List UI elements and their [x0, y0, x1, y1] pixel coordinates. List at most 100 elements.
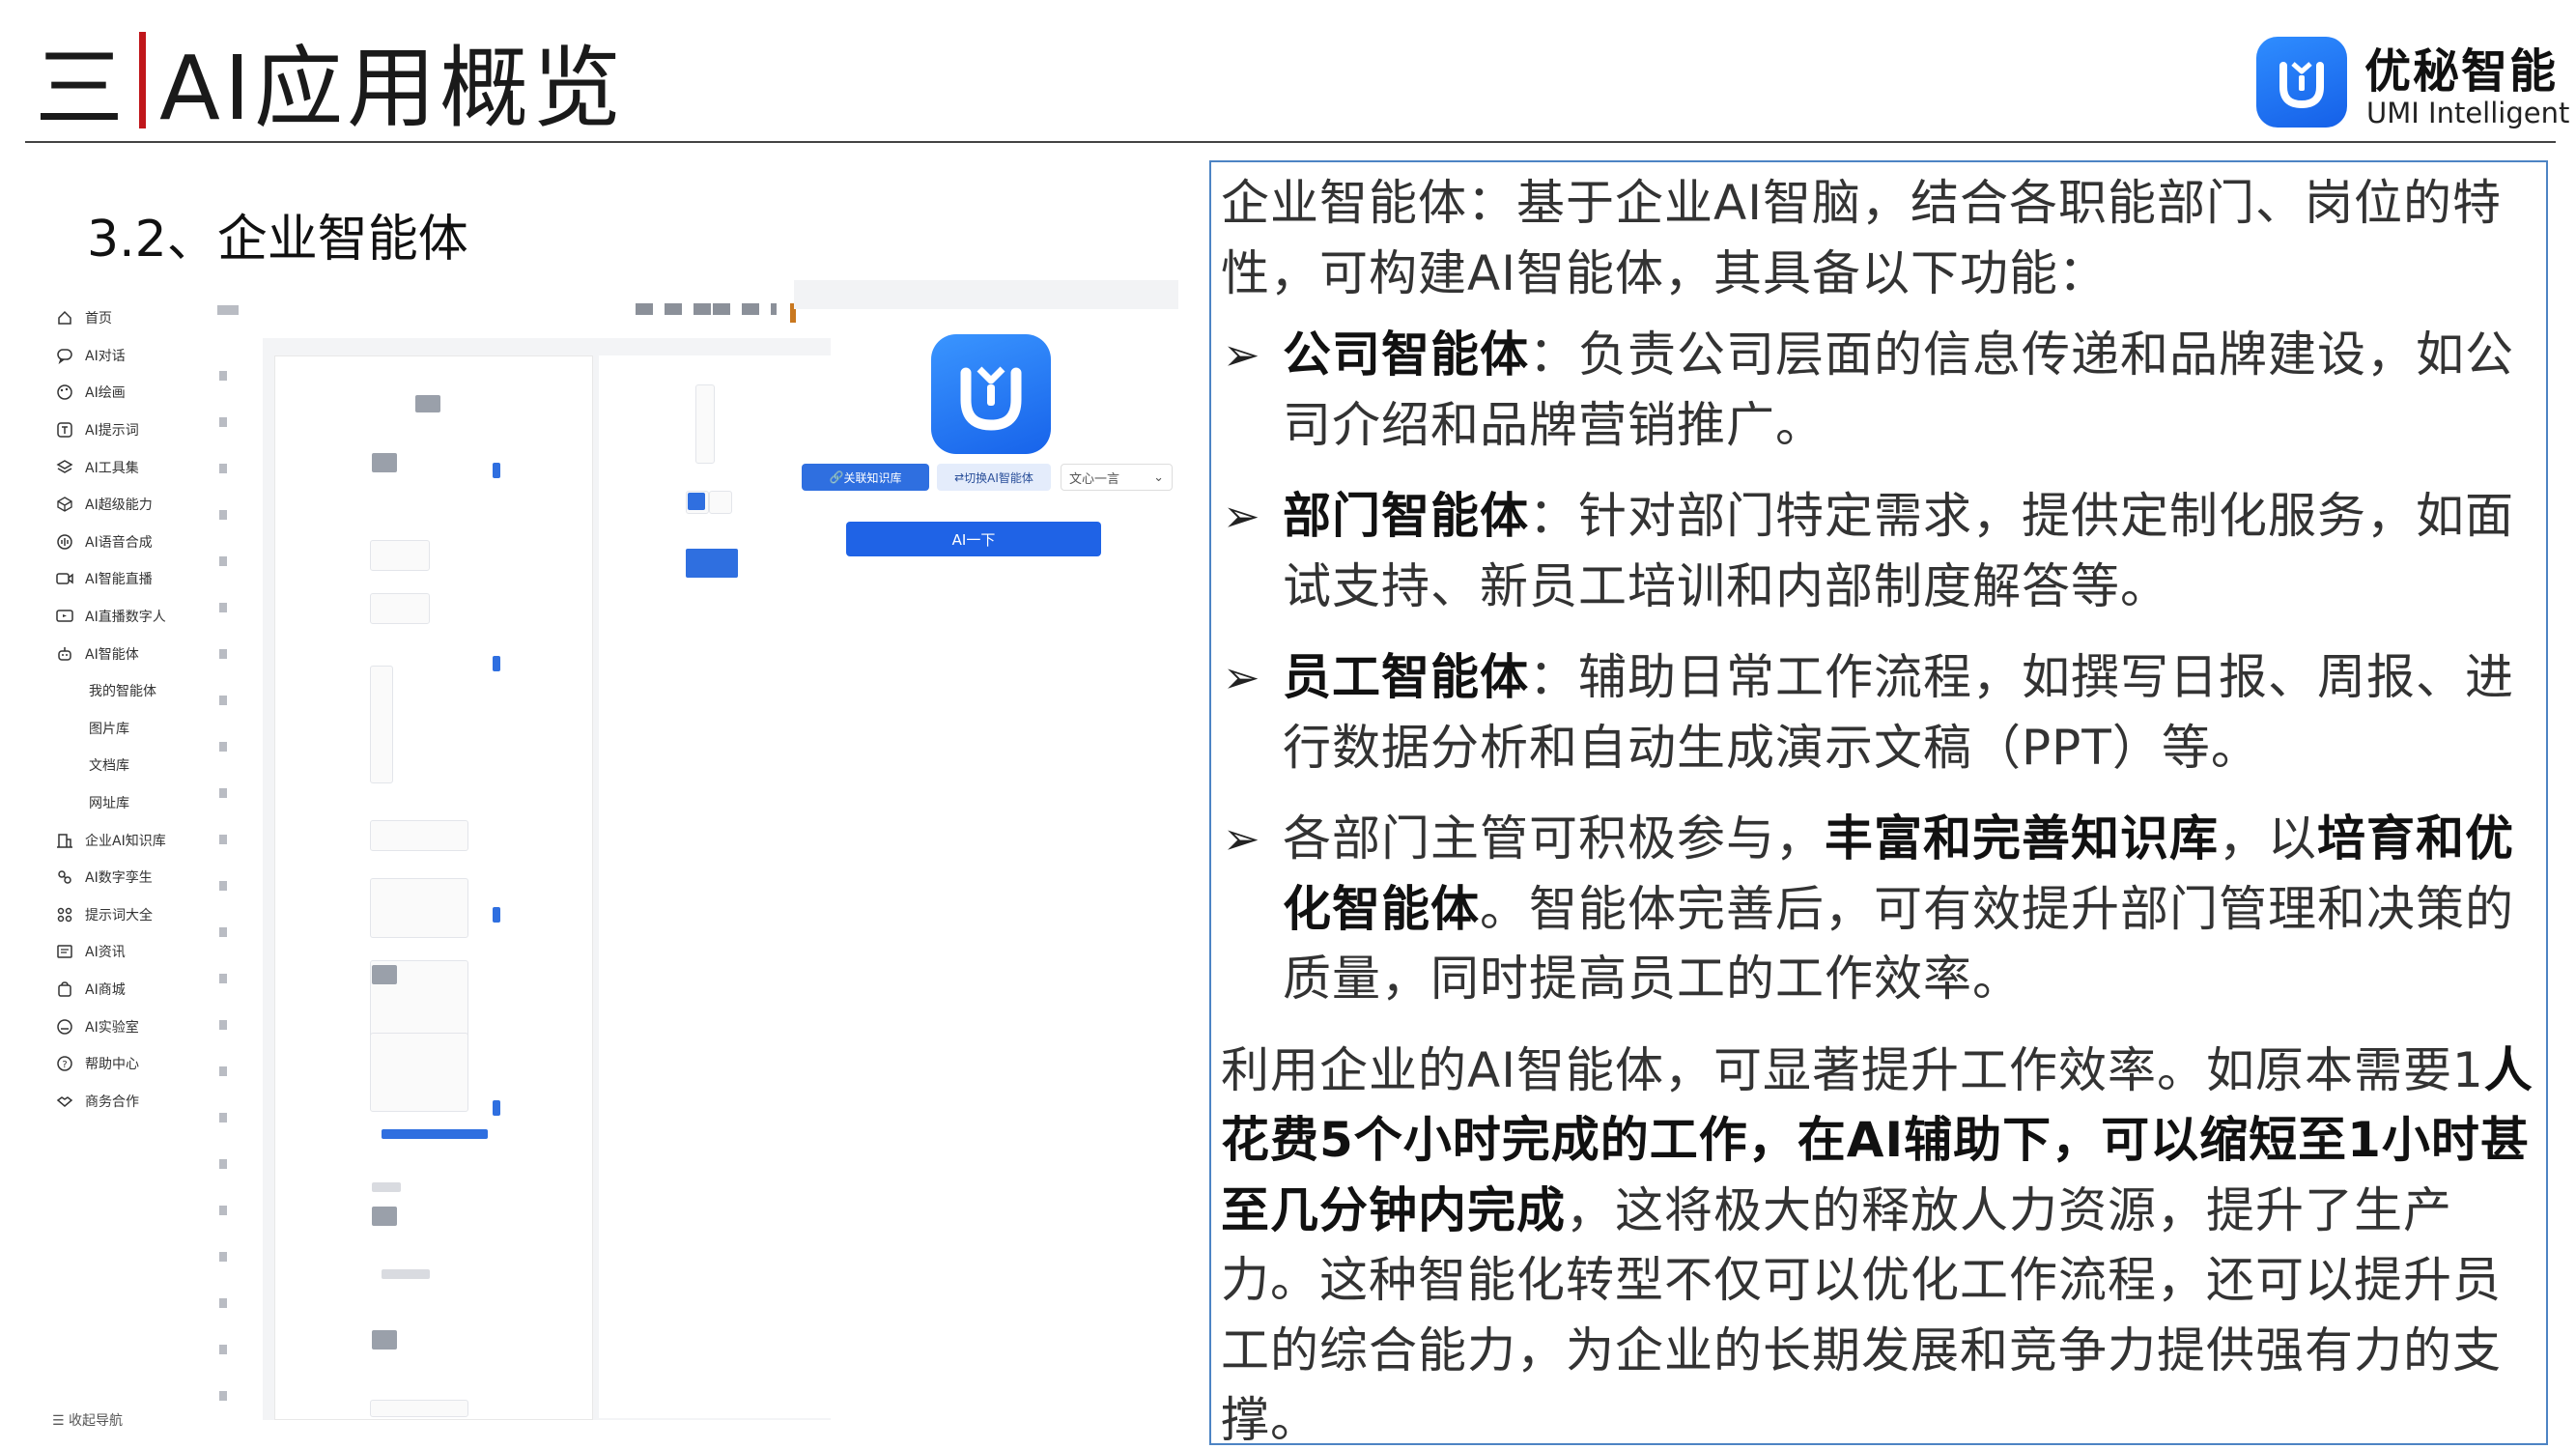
- preview-header: [794, 280, 1178, 309]
- sidebar-item[interactable]: 商务合作: [39, 1082, 208, 1120]
- strip-icon: [219, 881, 227, 891]
- sidebar-item[interactable]: AI智能体: [39, 635, 208, 672]
- placeholder-text: [382, 1269, 430, 1279]
- sidebar-item[interactable]: AI对话: [39, 337, 208, 375]
- sidebar-item[interactable]: AI资讯: [39, 933, 208, 971]
- sidebar-item[interactable]: 图片库: [39, 710, 208, 748]
- ai-submit-button[interactable]: AI一下: [846, 522, 1101, 556]
- slide-title: 三 AI应用概览: [35, 27, 625, 140]
- sidebar-item-label: 商务合作: [85, 1094, 139, 1110]
- form-field[interactable]: [370, 540, 430, 571]
- sidebar-item[interactable]: 提示词大全: [39, 896, 208, 934]
- menu-icon: ☰: [52, 1413, 65, 1429]
- sidebar-item-label: 文档库: [89, 758, 129, 775]
- brand-logo-icon: [2256, 37, 2347, 128]
- brand-subtitle: UMI Intelligent: [2366, 97, 2570, 129]
- form-field[interactable]: [370, 1400, 468, 1417]
- save-button: [686, 549, 738, 578]
- sidebar-item[interactable]: 企业AI知识库: [39, 821, 208, 859]
- feature-item-department: ➢ 部门智能体：针对部门特定需求，提供定制化服务，如面试支持、新员工培训和内部制度…: [1221, 481, 2536, 621]
- form-field[interactable]: [370, 878, 468, 938]
- model-select[interactable]: 文心一言 ⌄: [1061, 464, 1173, 491]
- sidebar-item[interactable]: AI工具集: [39, 448, 208, 486]
- form-field[interactable]: [370, 1033, 468, 1112]
- sidebar-item[interactable]: ? 帮助中心: [39, 1045, 208, 1083]
- action-icon: [493, 463, 500, 478]
- strip-icon: [219, 927, 227, 937]
- sidebar-item-label: AI工具集: [85, 460, 139, 476]
- form-field[interactable]: [709, 491, 732, 514]
- form-field[interactable]: [370, 820, 468, 851]
- sidebar-item-label: 我的智能体: [89, 684, 156, 700]
- sidebar-item-label: 企业AI知识库: [85, 833, 166, 849]
- sidebar-item[interactable]: AI提示词: [39, 412, 208, 449]
- icon-strip: [217, 305, 239, 1401]
- form-field[interactable]: [695, 384, 715, 464]
- sidebar-item-label: AI对话: [85, 348, 126, 364]
- switch-agent-label: 切换AI智能体: [964, 470, 1033, 485]
- sidebar-item[interactable]: AI实验室: [39, 1008, 208, 1045]
- sidebar-item[interactable]: AI商城: [39, 971, 208, 1009]
- section-number: 三: [35, 36, 127, 140]
- nav-more-list: 企业AI知识库 AI数字孪生提示词大全 AI资讯 AI商城 AI实验室? 帮助中心商务合作: [39, 821, 208, 1120]
- action-icon: [493, 907, 500, 923]
- toolbar-icon: [636, 303, 653, 315]
- strip-icon: [219, 510, 227, 520]
- closing-text-1: 利用企业的AI智能体，可显著提升工作效率。如原本需要1: [1221, 1041, 2484, 1098]
- sidebar-item[interactable]: AI智能直播: [39, 560, 208, 598]
- collapse-nav-button[interactable]: ☰ 收起导航: [52, 1410, 123, 1430]
- sidebar-item[interactable]: 首页: [39, 299, 208, 337]
- switch-agent-button[interactable]: ⇄ 切换AI智能体: [937, 464, 1051, 491]
- prompt-icon: [57, 422, 72, 438]
- sidebar-item-label: AI提示词: [85, 423, 139, 440]
- strip-icon: [219, 1066, 227, 1076]
- placeholder-text: [382, 1129, 488, 1139]
- managers-text-2: ，以: [2219, 810, 2317, 867]
- toolbar-icon: [665, 303, 682, 315]
- toolbar-icon: [694, 303, 711, 315]
- home-icon: [58, 311, 71, 326]
- sidebar-item[interactable]: AI语音合成: [39, 524, 208, 561]
- form-field[interactable]: [370, 666, 393, 783]
- sidebar-item-label: AI绘画: [85, 385, 126, 402]
- link-knowledge-base-button[interactable]: 🔗 关联知识库: [802, 464, 929, 491]
- strip-icon: [219, 1206, 227, 1215]
- arrow-bullet-icon: ➢: [1223, 812, 1261, 865]
- toolbar-icon: [771, 303, 777, 315]
- toolbar-icon: [713, 303, 730, 315]
- sidebar-item-label: AI直播数字人: [85, 610, 166, 626]
- strip-icon: [219, 603, 227, 612]
- nav-main-list: 首页 AI对话 AI绘画 AI提示词 AI工具集 AI超级能力 AI语音合成 AI智能直播 AI…: [39, 299, 208, 672]
- shop-icon: [58, 981, 71, 997]
- strip-icon: [219, 1298, 227, 1308]
- form-field[interactable]: [370, 593, 430, 624]
- arrow-bullet-icon: ➢: [1223, 651, 1261, 703]
- sidebar-item[interactable]: 网址库: [39, 784, 208, 822]
- collapse-nav-label: 收起导航: [69, 1413, 124, 1429]
- feature-item-employee: ➢ 员工智能体：辅助日常工作流程，如撰写日报、周报、进行数据分析和自动生成演示文稿…: [1221, 642, 2536, 782]
- strip-icon: [219, 1345, 227, 1354]
- placeholder-text: [372, 453, 397, 472]
- toolbar-icon: [742, 303, 759, 315]
- svg-text:?: ?: [62, 1060, 67, 1070]
- live-icon: [56, 573, 73, 585]
- placeholder-text: [372, 965, 397, 984]
- chevron-down-icon: ⌄: [1153, 469, 1164, 485]
- sidebar-item[interactable]: AI超级能力: [39, 486, 208, 524]
- managers-bold-1: 丰富和完善知识库: [1825, 810, 2219, 867]
- arrow-bullet-icon: ➢: [1223, 328, 1261, 381]
- strip-icon: [219, 1113, 227, 1122]
- sidebar-item[interactable]: 文档库: [39, 747, 208, 784]
- sidebar-item[interactable]: 我的智能体: [39, 672, 208, 710]
- managers-text-1: 各部门主管可积极参与，: [1283, 810, 1825, 867]
- strip-icon: [219, 464, 227, 473]
- sidebar-item[interactable]: AI数字孪生: [39, 859, 208, 896]
- feature-title: 部门智能体: [1283, 488, 1529, 544]
- action-icon: [493, 1100, 500, 1116]
- strip-icon: [219, 1159, 227, 1169]
- sidebar-item[interactable]: AI绘画: [39, 374, 208, 412]
- arrow-bullet-icon: ➢: [1223, 490, 1261, 542]
- placeholder-text: [415, 395, 440, 412]
- sidebar-item[interactable]: AI直播数字人: [39, 598, 208, 636]
- sidebar-item-label: AI数字孪生: [85, 870, 153, 887]
